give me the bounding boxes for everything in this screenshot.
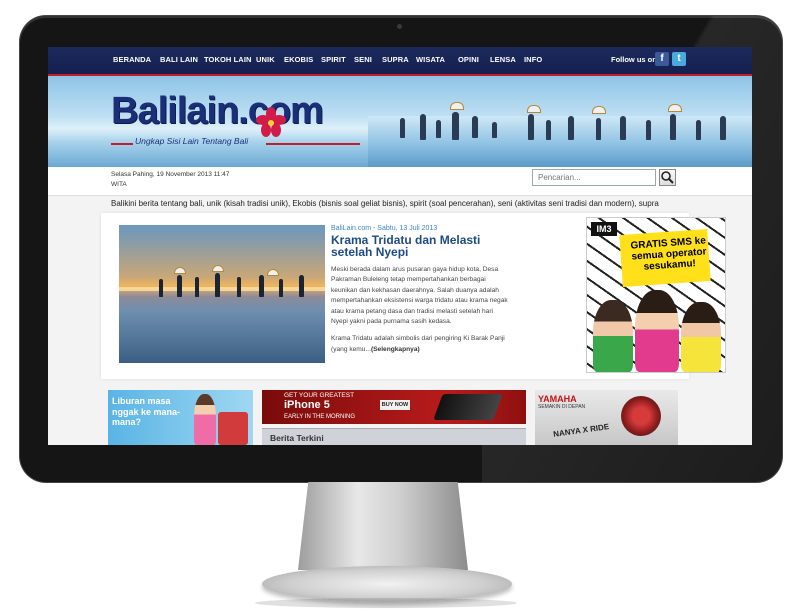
article-headline[interactable]: Krama Tridatu dan Melasti setelah Nyepi bbox=[331, 234, 501, 258]
featured-article: BaliLain.com - Sabtu, 13 Juli 2013 Krama… bbox=[101, 213, 726, 379]
nav-item-tokoh-lain[interactable]: TOKOH LAIN bbox=[204, 55, 252, 64]
monitor-stand-neck bbox=[298, 482, 468, 570]
twitter-icon[interactable]: t bbox=[672, 52, 686, 66]
news-ticker: Balikini berita tentang bali, unik (kisa… bbox=[111, 199, 659, 208]
current-date: Selasa Pahing, 19 November 2013 11:47 WI… bbox=[111, 171, 230, 188]
read-more-link[interactable]: (Selengkapnya) bbox=[371, 346, 420, 353]
tagline-rule-right bbox=[266, 143, 360, 145]
site-logo[interactable]: Balilain.com bbox=[111, 90, 324, 133]
top-navigation: BERANDA BALI LAIN TOKOH LAIN UNIK EKOBIS… bbox=[48, 47, 752, 76]
nav-item-unik[interactable]: UNIK bbox=[256, 55, 275, 64]
monitor-stand-base bbox=[262, 566, 512, 602]
iphone-ad-line3: EARLY IN THE MORNING bbox=[284, 414, 356, 420]
follow-us-label: Follow us on bbox=[611, 55, 657, 64]
nav-item-info[interactable]: INFO bbox=[524, 55, 542, 64]
iphone-ad-line2: iPhone 5 bbox=[284, 399, 330, 411]
buy-now-button[interactable]: BUY NOW bbox=[380, 400, 410, 410]
nav-item-opini[interactable]: OPINI bbox=[458, 55, 479, 64]
camera-icon bbox=[397, 24, 402, 29]
nav-item-ekobis[interactable]: EKOBIS bbox=[284, 55, 313, 64]
browser-screen: BERANDA BALI LAIN TOKOH LAIN UNIK EKOBIS… bbox=[48, 47, 752, 445]
featured-photo[interactable] bbox=[119, 225, 325, 363]
nav-item-spirit[interactable]: SPIRIT bbox=[321, 55, 346, 64]
facebook-icon[interactable]: f bbox=[655, 52, 669, 66]
latest-news-header: Berita Terkini bbox=[262, 428, 526, 445]
search-input[interactable] bbox=[532, 169, 656, 186]
yamaha-logo: YAMAHA bbox=[538, 394, 577, 404]
rider-image bbox=[621, 396, 661, 436]
phone-image bbox=[433, 394, 503, 420]
liburan-ad-text: Liburan masa nggak ke mana-mana? bbox=[112, 396, 181, 427]
im3-ad-banner[interactable]: IM3 GRATIS SMS ke semua operator sesukam… bbox=[586, 217, 726, 373]
iphone-ad-banner[interactable]: GET YOUR GREATEST iPhone 5 EARLY IN THE … bbox=[262, 390, 526, 424]
im3-logo: IM3 bbox=[591, 222, 617, 236]
info-strip: Selasa Pahing, 19 November 2013 11:47 WI… bbox=[48, 167, 752, 196]
flower-icon bbox=[256, 107, 286, 137]
nav-item-bali-lain[interactable]: BALI LAIN bbox=[160, 55, 198, 64]
im3-ad-title: GRATIS SMS ke semua operator sesukamu! bbox=[630, 235, 707, 273]
nav-item-supra[interactable]: SUPRA bbox=[382, 55, 409, 64]
yamaha-ad-banner[interactable]: YAMAHA SEMAKIN DI DEPAN NANYA X RIDE bbox=[535, 390, 678, 445]
stand-shadow bbox=[255, 598, 517, 608]
search-button[interactable] bbox=[659, 169, 676, 186]
iphone-ad-line1: GET YOUR GREATEST bbox=[284, 392, 355, 399]
yamaha-ad-text: NANYA X RIDE bbox=[552, 422, 610, 439]
latest-news-title: Berita Terkini bbox=[270, 433, 324, 443]
article-meta: BaliLain.com - Sabtu, 13 Juli 2013 bbox=[331, 225, 438, 232]
site-tagline: Ungkap Sisi Lain Tentang Bali bbox=[135, 136, 249, 146]
nav-item-lensa[interactable]: LENSA bbox=[490, 55, 516, 64]
site-banner: Balilain.com Ungkap Sisi Lain Tentang Ba… bbox=[48, 76, 752, 167]
yamaha-slogan: SEMAKIN DI DEPAN bbox=[538, 404, 586, 410]
nav-item-beranda[interactable]: BERANDA bbox=[113, 55, 151, 64]
nav-item-wisata[interactable]: WISATA bbox=[416, 55, 445, 64]
tagline-rule-left bbox=[111, 143, 133, 145]
article-summary: Meski berada dalam arus pusaran gaya hid… bbox=[331, 266, 508, 353]
search-icon bbox=[661, 171, 674, 184]
nav-item-seni[interactable]: SENI bbox=[354, 55, 372, 64]
liburan-ad-banner[interactable]: Liburan masa nggak ke mana-mana? bbox=[108, 390, 253, 445]
